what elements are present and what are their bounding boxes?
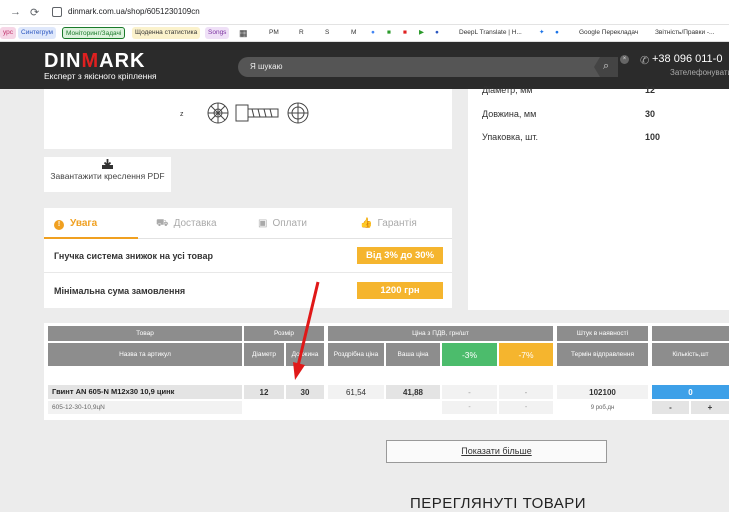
bookmark-icon-1[interactable]: ● [368,27,378,39]
search-button[interactable]: ⌕ [594,57,618,77]
bookmark-item[interactable]: Моніторинг/Задачі [62,27,126,39]
bookmark-icon-7[interactable]: ● [552,27,562,39]
show-more-button[interactable]: Показати більше [386,440,607,463]
bookmark-icon-3[interactable]: ■ [400,27,410,39]
discount-badge: Від 3% до 30% [357,247,443,264]
spec-value: 100 [645,132,661,142]
bookmark-item[interactable]: Синтегрум [18,27,56,39]
viewed-products-title: ПЕРЕГЛЯНУТІ ТОВАРИ [410,495,587,512]
svg-text:z: z [180,111,184,118]
quantity-minus-button[interactable]: - [652,401,689,414]
spec-row: Діаметр, мм 12 [482,85,722,95]
warning-icon: ! [54,220,64,230]
spec-label: Упаковка, шт. [482,132,539,142]
phone-number[interactable]: +38 096 011-0 [652,53,722,65]
download-pdf-label: Завантажити креслення PDF [50,171,165,181]
download-pdf-button[interactable]: Завантажити креслення PDF [44,157,171,192]
cell-your-price: 41,88 [386,385,440,399]
bookmark-item[interactable]: урс [0,27,17,39]
tab-guarantee[interactable]: 👍 Гарантія [360,218,417,229]
spec-label: Діаметр, мм [482,85,533,95]
bookmark-item[interactable]: DeepL Translate | H... [456,27,525,39]
bookmark-item[interactable]: Звітність/Правки -... [652,27,717,39]
phone-icon: ✆ [640,55,650,67]
discount-text: Гнучка система знижок на усі товар [54,251,213,261]
search-input[interactable]: Я шукаю [250,62,283,71]
bookmark-item[interactable]: Щоденна статистика [132,27,201,39]
browser-address-bar: → ⟳ dinmark.com.ua/shop/6051230109cn [0,0,729,25]
bookmark-item[interactable]: M [348,27,359,39]
bookmark-item[interactable]: R [296,27,307,39]
cell-term: 9 роб.дн [590,404,615,411]
col-header-diameter: Діаметр [244,343,284,366]
bookmarks-bar: урс Синтегрум Моніторинг/Задачі Щоденна … [0,25,729,42]
cell-stock: 102100 [557,385,648,399]
specs-panel: Діаметр, мм 12 Довжина, мм 30 Упаковка, … [468,85,729,310]
cell-discount-3-alt: - [442,401,497,414]
forward-icon[interactable]: → [10,6,21,18]
tab-attention[interactable]: ! Увага [54,218,97,230]
col-header-qty: Кількість,шт [652,343,729,366]
tagline: Експерт з якісного кріплення [44,71,157,81]
group-header-qty [652,326,729,341]
spec-label: Довжина, мм [482,109,537,119]
cell-length: 30 [286,385,324,399]
truck-icon: ⛟ [156,218,169,229]
tab-delivery[interactable]: ⛟ Доставка [156,218,217,231]
cell-discount-3: - [442,385,497,399]
bookmark-item[interactable]: S [322,27,332,39]
bookmark-item[interactable]: Google Перекладач [576,27,641,39]
bookmark-icon-2[interactable]: ■ [384,27,394,39]
url-field[interactable]: dinmark.com.ua/shop/6051230109cn [68,7,200,16]
product-drawing[interactable]: z [176,99,336,129]
spec-value: 30 [645,109,656,119]
col-header-name: Назва та артикул [48,343,242,366]
col-header-your-price: Ваша ціна [386,343,440,366]
group-header-stock: Штук в наявності [557,326,648,341]
cell-retail-price: 61,54 [328,385,384,399]
bookmark-icon-4[interactable]: ▶ [416,27,427,39]
apps-grid-icon[interactable]: ▦ [236,27,251,39]
cell-diameter: 12 [244,385,284,399]
search-bar[interactable]: Я шукаю ⌕ [238,57,618,77]
min-order-text: Мінімальна сума замовлення [54,286,186,296]
group-header-product: Товар [48,326,242,341]
cell-discount-7: - [499,385,553,399]
divider [44,272,452,273]
product-table: Товар Розмір Ціна з ПДВ, грн/шт Штук в н… [44,323,729,420]
quantity-plus-button[interactable]: + [691,401,729,414]
product-article: 605-12-30-10,9цN [48,401,242,414]
spec-row: Упаковка, шт. 100 [482,132,722,142]
product-images-panel: z [44,89,452,149]
bookmark-icon-5[interactable]: ● [432,27,442,39]
search-icon: ⌕ [603,60,610,72]
bookmark-icon-6[interactable]: ✦ [536,27,547,39]
callback-link[interactable]: Зателефонувати [670,68,729,77]
download-icon [102,159,113,169]
quantity-input[interactable]: 0 [652,385,729,399]
spec-value: 12 [645,85,656,95]
col-header-discount-3: -3% [442,343,497,366]
annotation-arrow [293,281,320,380]
reload-icon[interactable]: ⟳ [30,6,39,19]
info-tabs-panel: ! Увага ⛟ Доставка ▣ Оплати 👍 Гарантія Гнучк… [44,208,452,308]
spec-row: Довжина, мм 30 [482,109,722,119]
tab-payment[interactable]: ▣ Оплати [258,218,307,229]
wallet-icon: ▣ [258,218,268,229]
bookmark-item[interactable]: Songs [205,27,230,39]
cell-discount-7-alt: - [499,401,553,414]
dinmark-logo[interactable]: DINMARK [44,50,145,73]
active-tab-indicator [44,237,138,239]
site-header: DINMARK Експерт з якісного кріплення Я ш… [0,42,729,89]
bookmark-item[interactable]: PM [266,27,282,39]
col-header-discount-7: -7% [499,343,553,366]
search-options-icon[interactable]: × [620,55,629,64]
product-name[interactable]: Гвинт AN 605-N M12x30 10,9 цинк [48,385,242,399]
col-header-term: Термін відправлення [557,343,648,366]
site-info-icon[interactable] [52,7,62,17]
min-order-badge: 1200 грн [357,282,443,299]
col-header-retail-price: Роздрібна ціна [328,343,384,366]
thumbs-up-icon: 👍 [360,218,373,229]
group-header-price: Ціна з ПДВ, грн/шт [328,326,553,341]
